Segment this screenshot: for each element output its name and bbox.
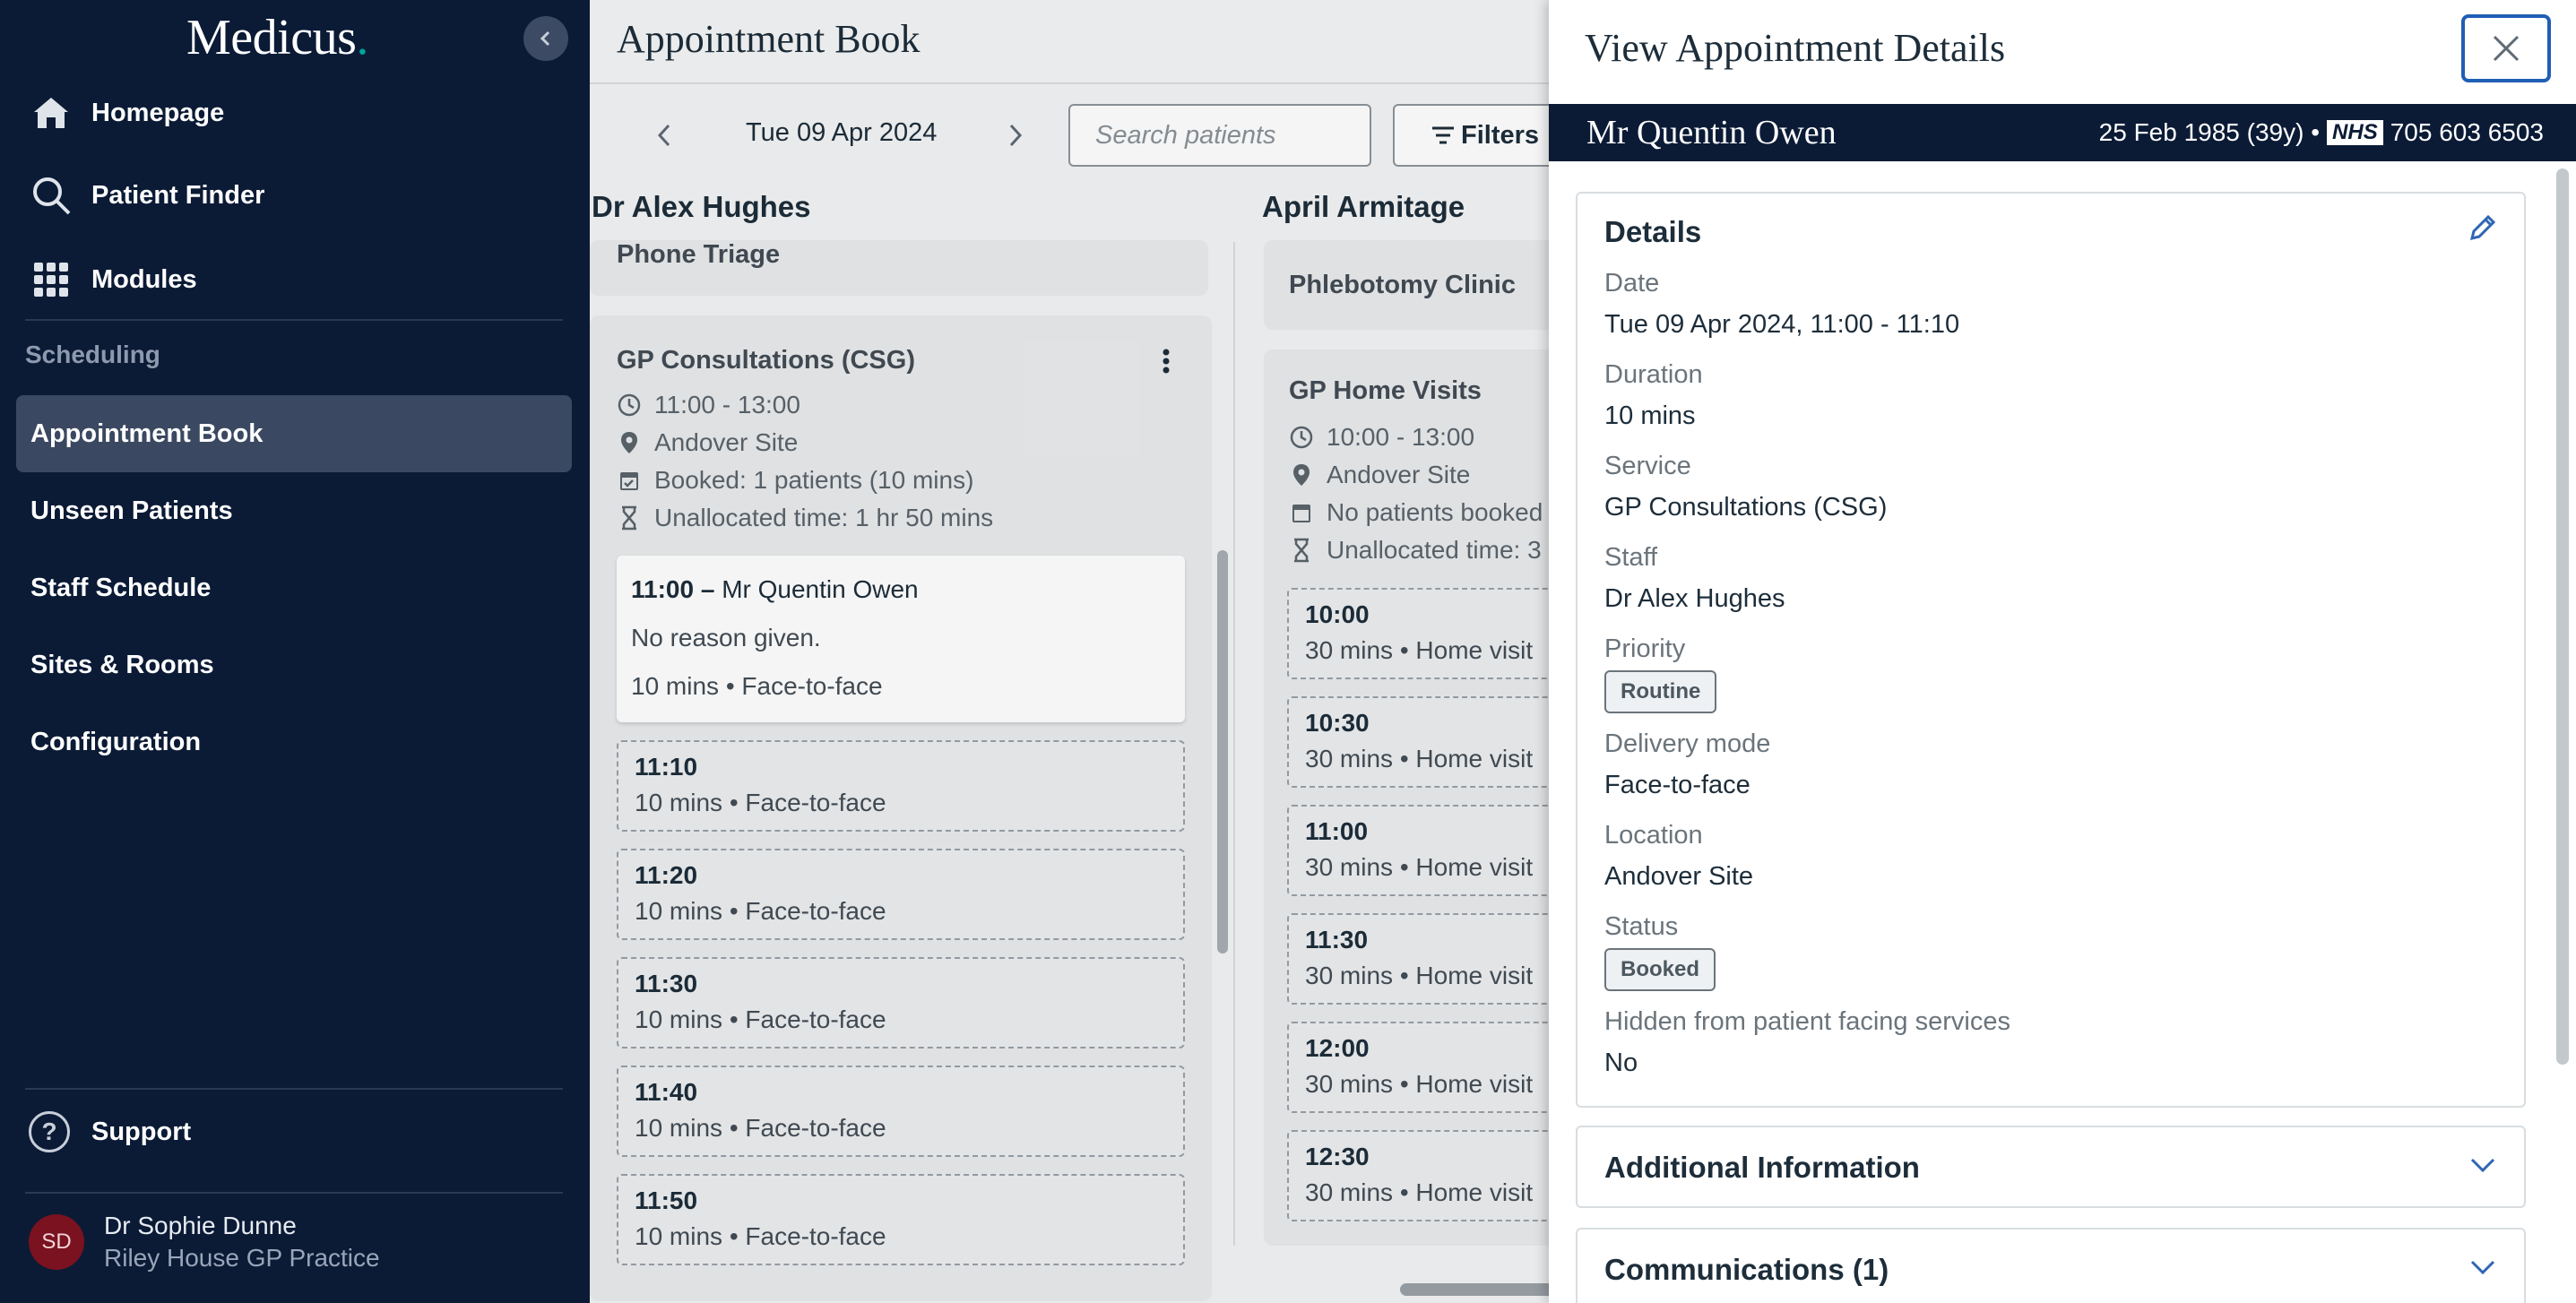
- sidebar-item-staff-schedule[interactable]: Staff Schedule: [16, 549, 572, 626]
- help-icon: ?: [29, 1111, 70, 1152]
- app-logo[interactable]: Medicus.: [186, 9, 368, 66]
- home-icon: [34, 98, 68, 128]
- section-label-scheduling: Scheduling: [25, 341, 160, 368]
- search-icon: [33, 177, 71, 215]
- support-label: Support: [91, 1117, 192, 1146]
- user-profile[interactable]: SD Dr Sophie Dunne Riley House GP Practi…: [29, 1212, 380, 1273]
- nav-label: Patient Finder: [91, 180, 265, 210]
- drawer-title: View Appointment Details: [1585, 26, 2006, 70]
- chevron-left-icon: [540, 30, 550, 47]
- patient-name[interactable]: Mr Quentin Owen: [1586, 113, 1837, 152]
- chevron-down-icon: [2470, 1158, 2495, 1173]
- field-label: Duration: [1604, 360, 1703, 389]
- field-label: Delivery mode: [1604, 729, 1771, 758]
- collapse-sidebar-button[interactable]: [523, 16, 568, 61]
- patient-identifiers: 25 Feb 1985 (39y) • NHS 705 603 6503: [2099, 118, 2544, 147]
- sidebar: Medicus. Homepage Patient Finder Modules…: [0, 0, 590, 1303]
- nav-label: Modules: [91, 264, 197, 294]
- chevron-down-icon: [2470, 1260, 2495, 1275]
- sidebar-item-unseen-patients[interactable]: Unseen Patients: [16, 472, 572, 549]
- drawer-scrollbar[interactable]: [2556, 168, 2569, 1065]
- field-value-duration: 10 mins: [1604, 401, 1696, 430]
- field-label: Priority: [1604, 634, 1686, 663]
- divider: [25, 1192, 563, 1194]
- accordion-communications[interactable]: Communications (1): [1576, 1228, 2526, 1303]
- close-button[interactable]: [2461, 14, 2551, 82]
- priority-badge: Routine: [1604, 670, 1717, 713]
- accordion-additional-information[interactable]: Additional Information: [1576, 1126, 2526, 1208]
- grid-icon: [34, 263, 68, 297]
- support-link[interactable]: ? Support: [29, 1111, 191, 1152]
- field-value-location: Andover Site: [1604, 862, 1754, 891]
- nhs-number: 705 603 6503: [2390, 118, 2544, 146]
- nav-modules[interactable]: Modules: [29, 253, 197, 306]
- patient-dob: 25 Feb 1985 (39y) •: [2098, 118, 2321, 146]
- user-practice: Riley House GP Practice: [104, 1244, 380, 1272]
- field-label: Date: [1604, 269, 1660, 298]
- nhs-logo: NHS: [2327, 120, 2383, 145]
- status-badge: Booked: [1604, 948, 1716, 991]
- field-label: Hidden from patient facing services: [1604, 1007, 2010, 1036]
- pencil-icon[interactable]: [2465, 210, 2501, 246]
- modal-backdrop[interactable]: [590, 0, 1549, 1303]
- nav-label: Homepage: [91, 98, 225, 127]
- close-icon: [2493, 35, 2520, 62]
- field-value-delivery-mode: Face-to-face: [1604, 771, 1750, 799]
- accordion-title: Communications (1): [1604, 1253, 1889, 1286]
- sidebar-item-appointment-book[interactable]: Appointment Book: [16, 395, 572, 472]
- details-heading: Details: [1604, 215, 1702, 248]
- divider: [25, 1088, 563, 1090]
- field-label: Staff: [1604, 543, 1658, 572]
- sidebar-item-configuration[interactable]: Configuration: [16, 703, 572, 781]
- nav-patient-finder[interactable]: Patient Finder: [29, 168, 264, 222]
- user-name: Dr Sophie Dunne: [104, 1212, 297, 1239]
- field-label: Service: [1604, 452, 1691, 480]
- divider: [25, 319, 563, 321]
- field-value-staff: Dr Alex Hughes: [1604, 584, 1785, 613]
- details-card: Details Date Tue 09 Apr 2024, 11:00 - 11…: [1576, 192, 2526, 1108]
- accordion-title: Additional Information: [1604, 1151, 1920, 1184]
- field-label: Status: [1604, 912, 1679, 941]
- patient-banner: Mr Quentin Owen 25 Feb 1985 (39y) • NHS …: [1549, 104, 2576, 161]
- appointment-details-drawer: View Appointment Details Mr Quentin Owen…: [1549, 0, 2576, 1303]
- avatar: SD: [29, 1214, 84, 1270]
- nav-homepage[interactable]: Homepage: [29, 86, 224, 140]
- field-value-service: GP Consultations (CSG): [1604, 493, 1888, 522]
- field-value-date: Tue 09 Apr 2024, 11:00 - 11:10: [1604, 310, 1960, 339]
- field-value-hidden: No: [1604, 1048, 1638, 1077]
- sidebar-item-sites-rooms[interactable]: Sites & Rooms: [16, 626, 572, 703]
- field-label: Location: [1604, 821, 1703, 850]
